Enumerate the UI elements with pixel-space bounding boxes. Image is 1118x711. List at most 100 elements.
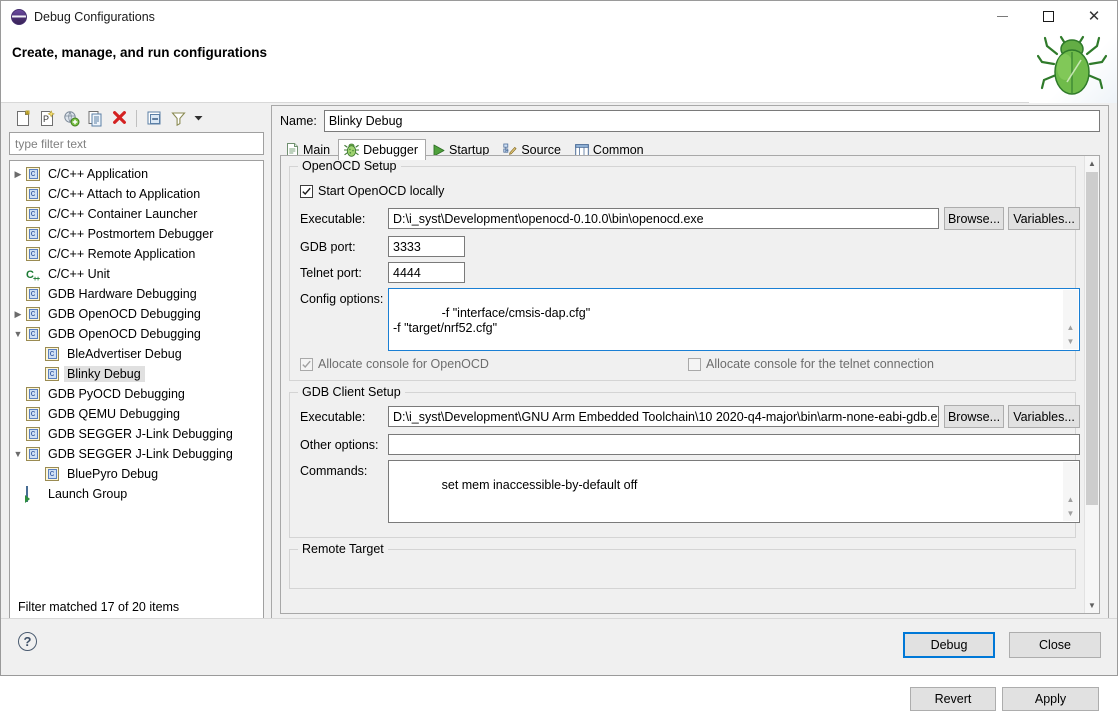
commands-textarea[interactable]: set mem inaccessible-by-default off ▲ ▼ <box>388 460 1080 523</box>
tab-debugger[interactable]: Debugger <box>338 139 426 160</box>
green-beetle-icon <box>1037 35 1107 95</box>
tree-item-gdb-qemu[interactable]: c GDB QEMU Debugging <box>10 404 263 424</box>
new-launch-configuration-icon <box>16 110 29 126</box>
tree-item-gdb-segger-1[interactable]: c GDB SEGGER J-Link Debugging <box>10 424 263 444</box>
tree-item-cpp-unit[interactable]: C++ C/C++ Unit <box>10 264 263 284</box>
tree-item-c-application[interactable]: ▶ c C/C++ Application <box>10 164 263 184</box>
other-options-input[interactable] <box>388 434 1080 455</box>
apply-button[interactable]: Apply <box>1002 687 1099 711</box>
dialog-footer: ? Debug Close <box>1 618 1117 675</box>
filter-icon <box>170 112 186 127</box>
tree-item-gdb-pyocd[interactable]: c GDB PyOCD Debugging <box>10 384 263 404</box>
tree-item-gdb-openocd-2[interactable]: ▼ c GDB OpenOCD Debugging <box>10 324 263 344</box>
export-icon <box>63 111 79 127</box>
tree-item-blinky-debug[interactable]: c Blinky Debug <box>10 364 263 384</box>
close-button[interactable]: Close <box>1009 632 1101 658</box>
commands-scrollbar[interactable]: ▲ ▼ <box>1063 462 1078 521</box>
tree-item-label: GDB OpenOCD Debugging <box>48 307 201 321</box>
scroll-up-icon[interactable]: ▲ <box>1063 320 1078 335</box>
tree-item-label: C/C++ Container Launcher <box>48 207 198 221</box>
expand-collapse-icon[interactable]: ▶ <box>10 169 26 180</box>
view-menu-button[interactable] <box>191 108 206 130</box>
gdb-port-input[interactable]: 3333 <box>388 236 465 257</box>
tree-item-c-postmortem[interactable]: c C/C++ Postmortem Debugger <box>10 224 263 244</box>
scroll-down-icon[interactable]: ▼ <box>1063 506 1078 521</box>
filter-input[interactable]: type filter text <box>9 132 264 155</box>
tree-item-label: Blinky Debug <box>64 366 145 382</box>
debugger-vertical-scrollbar[interactable]: ▲ ▼ <box>1084 156 1099 613</box>
checkbox-label: Start OpenOCD locally <box>318 184 445 198</box>
gdb-executable-variables-button[interactable]: Variables... <box>1008 405 1080 428</box>
filter-button[interactable] <box>167 108 189 130</box>
debug-button[interactable]: Debug <box>903 632 995 658</box>
openocd-executable-label: Executable: <box>300 212 366 226</box>
new-prototype-button[interactable]: P <box>36 108 58 130</box>
telnet-port-input[interactable]: 4444 <box>388 262 465 283</box>
tree-item-bluepyro-debug[interactable]: c BluePyro Debug <box>10 464 263 484</box>
tree-item-c-remote[interactable]: c C/C++ Remote Application <box>10 244 263 264</box>
close-icon: ✕ <box>1087 7 1101 25</box>
c-config-icon: c <box>26 186 42 202</box>
tree-item-bleadvertiser-debug[interactable]: c BleAdvertiser Debug <box>10 344 263 364</box>
checkbox-box <box>300 357 313 371</box>
tree-item-c-container[interactable]: c C/C++ Container Launcher <box>10 204 263 224</box>
expand-collapse-icon[interactable]: ▶ <box>10 309 26 320</box>
c-config-icon: c <box>26 386 42 402</box>
scroll-down-icon[interactable]: ▼ <box>1085 598 1099 613</box>
expand-collapse-icon[interactable]: ▼ <box>10 329 26 339</box>
scroll-down-icon[interactable]: ▼ <box>1063 334 1078 349</box>
openocd-executable-input[interactable]: D:\i_syst\Development\openocd-0.10.0\bin… <box>388 208 939 229</box>
duplicate-button[interactable] <box>84 108 106 130</box>
gdb-executable-browse-button[interactable]: Browse... <box>944 405 1004 428</box>
scroll-up-icon[interactable]: ▲ <box>1085 156 1099 171</box>
delete-button[interactable] <box>108 108 130 130</box>
c-config-icon: c <box>26 246 42 262</box>
allocate-console-openocd-checkbox[interactable]: Allocate console for OpenOCD <box>300 357 489 371</box>
new-launch-configuration-button[interactable] <box>12 108 34 130</box>
cpp-unit-icon: C++ <box>26 268 40 283</box>
export-button[interactable] <box>60 108 82 130</box>
checkbox-box <box>688 357 701 371</box>
chevron-down-icon <box>194 116 203 121</box>
expand-collapse-icon[interactable]: ▼ <box>10 449 26 459</box>
minimize-button[interactable] <box>979 1 1025 32</box>
tree-items: ▶ c C/C++ Application c C/C++ Attach to … <box>10 161 263 594</box>
tree-item-gdb-openocd-1[interactable]: ▶ c GDB OpenOCD Debugging <box>10 304 263 324</box>
title-bar: Debug Configurations ✕ <box>1 1 1117 32</box>
scroll-up-icon[interactable]: ▲ <box>1063 492 1078 507</box>
tree-item-label: C/C++ Application <box>48 167 149 181</box>
gdb-client-setup-label: GDB Client Setup <box>298 385 405 399</box>
collapse-all-button[interactable] <box>143 108 165 130</box>
checkbox-label: Allocate console for OpenOCD <box>318 357 489 371</box>
config-options-value: -f "interface/cmsis-dap.cfg" -f "target/… <box>393 306 591 335</box>
tree-item-gdb-segger-2[interactable]: ▼ c GDB SEGGER J-Link Debugging <box>10 444 263 464</box>
tree-item-gdb-hardware[interactable]: c GDB Hardware Debugging <box>10 284 263 304</box>
tree-item-launch-group[interactable]: Launch Group <box>10 484 263 504</box>
debug-configurations-dialog: Debug Configurations ✕ Create, manage, a… <box>0 0 1118 711</box>
close-window-button[interactable]: ✕ <box>1071 1 1117 32</box>
openocd-executable-browse-button[interactable]: Browse... <box>944 207 1004 230</box>
launch-group-icon <box>26 485 42 502</box>
revert-button[interactable]: Revert <box>910 687 996 711</box>
allocate-console-telnet-checkbox[interactable]: Allocate console for the telnet connecti… <box>688 357 934 371</box>
tree-item-label: BluePyro Debug <box>67 467 159 481</box>
name-input[interactable]: Blinky Debug <box>323 110 1100 132</box>
scrollbar-thumb[interactable] <box>1086 172 1098 505</box>
config-options-textarea[interactable]: -f "interface/cmsis-dap.cfg" -f "target/… <box>388 288 1080 351</box>
gdb-executable-label: Executable: <box>300 410 366 424</box>
c-config-icon: c <box>26 446 42 462</box>
tree-item-label: C/C++ Attach to Application <box>48 187 201 201</box>
duplicate-icon <box>88 111 101 127</box>
tree-item-c-attach[interactable]: c C/C++ Attach to Application <box>10 184 263 204</box>
start-openocd-locally-checkbox[interactable]: Start OpenOCD locally <box>300 184 444 198</box>
tab-label: Debugger <box>363 143 418 157</box>
openocd-executable-variables-button[interactable]: Variables... <box>1008 207 1080 230</box>
help-icon[interactable]: ? <box>18 632 37 651</box>
other-options-label: Other options: <box>300 438 379 452</box>
tree-item-label: GDB OpenOCD Debugging <box>48 327 201 341</box>
filter-status-text: Filter matched 17 of 20 items <box>18 600 180 614</box>
delete-icon <box>112 111 126 124</box>
config-options-scrollbar[interactable]: ▲ ▼ <box>1063 290 1078 349</box>
gdb-executable-input[interactable]: D:\i_syst\Development\GNU Arm Embedded T… <box>388 406 939 427</box>
maximize-button[interactable] <box>1025 1 1071 32</box>
